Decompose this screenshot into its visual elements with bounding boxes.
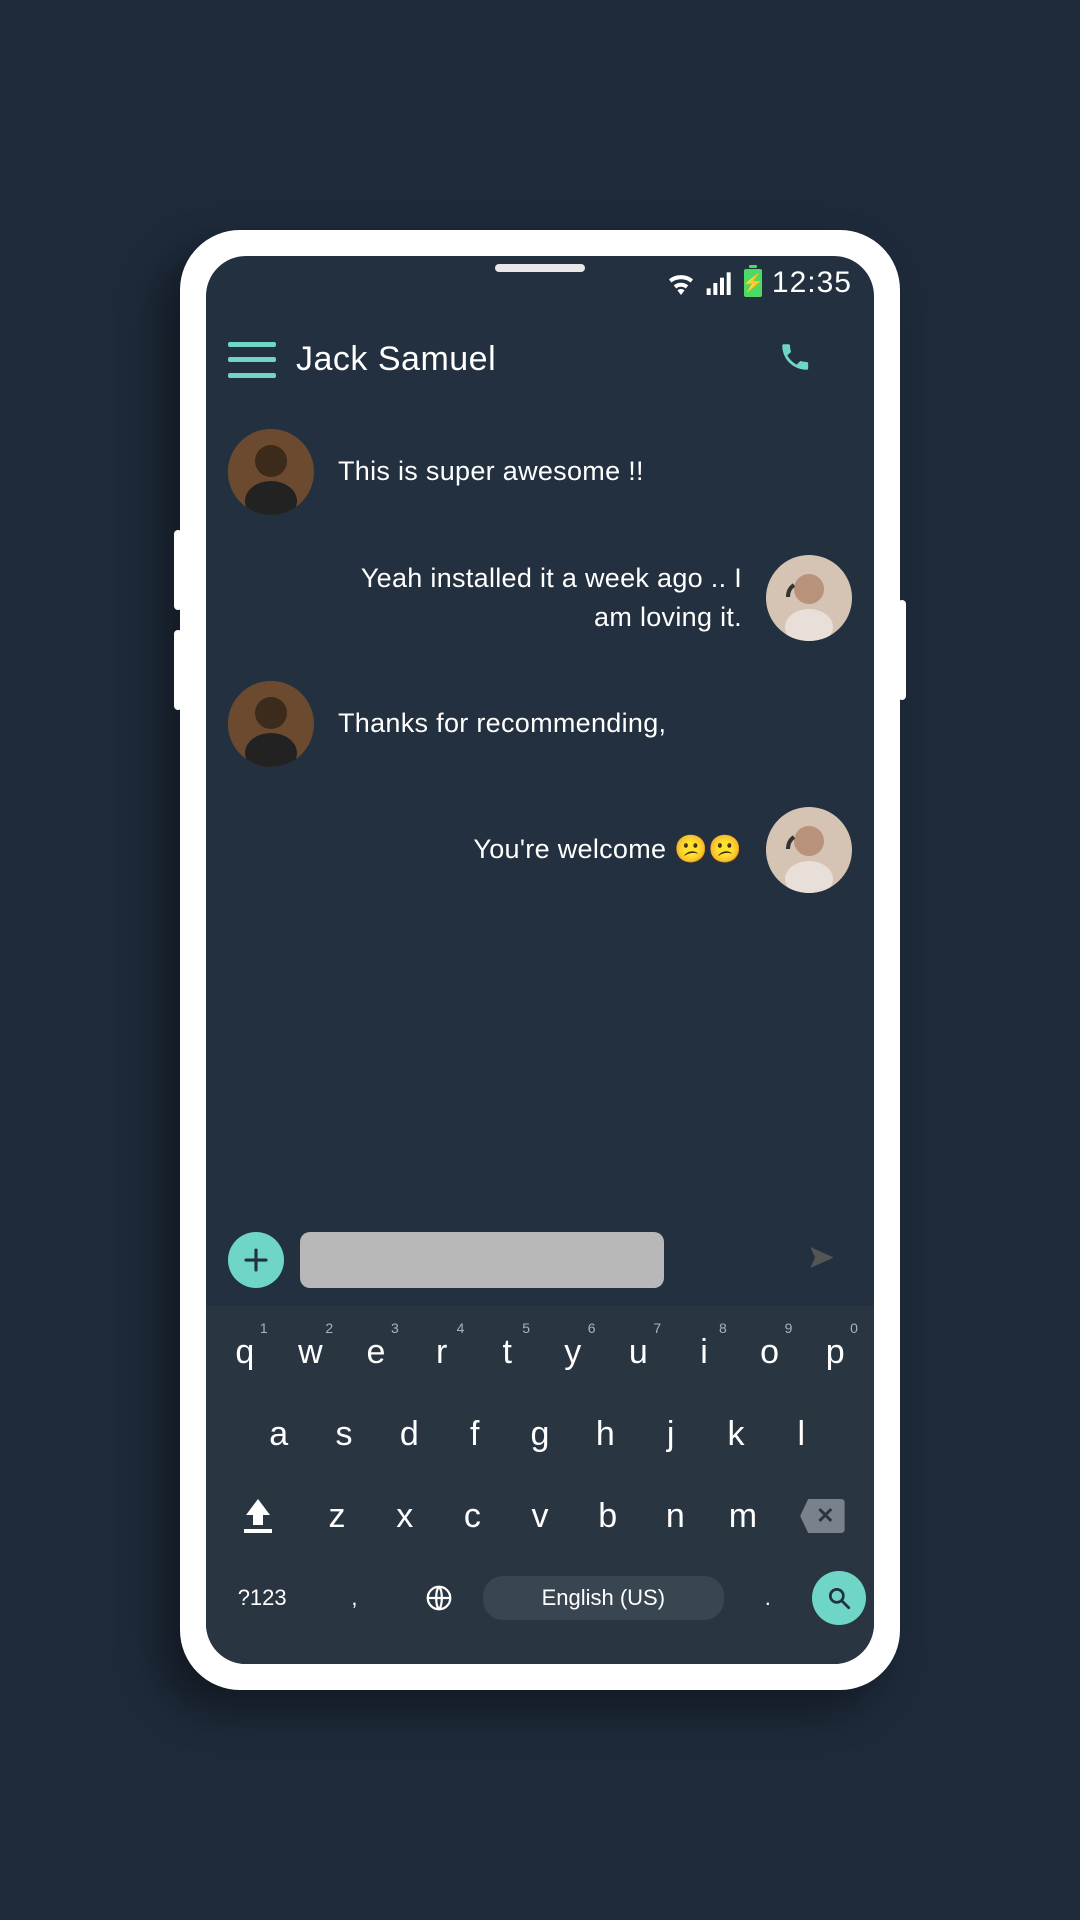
send-button[interactable] (806, 1244, 838, 1277)
avatar-contact[interactable] (228, 681, 314, 767)
phone-frame: ⚡ 12:35 Jack Samuel This is super awesom… (180, 230, 900, 1690)
key-p[interactable]: p0 (804, 1318, 866, 1386)
key-r[interactable]: r4 (411, 1318, 473, 1386)
volume-down-button[interactable] (174, 630, 182, 710)
message-out: You're welcome 😕😕 (228, 807, 852, 893)
message-text: This is super awesome !! (338, 452, 644, 491)
chat-header: Jack Samuel (206, 310, 874, 389)
key-symbols[interactable]: ?123 (214, 1564, 310, 1632)
key-z[interactable]: z (305, 1482, 369, 1550)
key-period[interactable]: . (728, 1564, 808, 1632)
key-language-globe[interactable] (399, 1564, 479, 1632)
key-b[interactable]: b (576, 1482, 640, 1550)
key-y[interactable]: y6 (542, 1318, 604, 1386)
input-bar (206, 1222, 874, 1306)
message-text: Thanks for recommending, (338, 704, 666, 743)
key-u[interactable]: u7 (608, 1318, 670, 1386)
key-t[interactable]: t5 (476, 1318, 538, 1386)
message-text: Yeah installed it a week ago .. I am lov… (322, 559, 742, 637)
battery-icon: ⚡ (744, 269, 762, 297)
key-k[interactable]: k (705, 1400, 766, 1468)
key-g[interactable]: g (509, 1400, 570, 1468)
key-d[interactable]: d (379, 1400, 440, 1468)
avatar-self[interactable] (766, 555, 852, 641)
volume-up-button[interactable] (174, 530, 182, 610)
wifi-icon (666, 271, 696, 295)
signal-icon (706, 271, 734, 295)
avatar-contact[interactable] (228, 429, 314, 515)
key-a[interactable]: a (248, 1400, 309, 1468)
key-backspace[interactable]: ✕ (779, 1482, 866, 1550)
key-n[interactable]: n (643, 1482, 707, 1550)
message-in: This is super awesome !! (228, 429, 852, 515)
phone-speaker (495, 264, 585, 272)
message-text: You're welcome 😕😕 (473, 830, 742, 869)
call-button[interactable] (778, 340, 812, 379)
message-list[interactable]: This is super awesome !! Yeah installed … (206, 389, 874, 1222)
key-comma[interactable]: , (314, 1564, 394, 1632)
key-h[interactable]: h (575, 1400, 636, 1468)
message-input-wrap (300, 1232, 852, 1288)
key-s[interactable]: s (313, 1400, 374, 1468)
key-v[interactable]: v (508, 1482, 572, 1550)
message-in: Thanks for recommending, (228, 681, 852, 767)
screen: ⚡ 12:35 Jack Samuel This is super awesom… (206, 256, 874, 1664)
key-j[interactable]: j (640, 1400, 701, 1468)
key-x[interactable]: x (373, 1482, 437, 1550)
key-spacebar[interactable]: English (US) (483, 1576, 724, 1620)
key-w[interactable]: w2 (280, 1318, 342, 1386)
key-f[interactable]: f (444, 1400, 505, 1468)
key-l[interactable]: l (771, 1400, 832, 1468)
menu-button[interactable] (228, 342, 276, 378)
status-time: 12:35 (772, 266, 852, 300)
key-search[interactable] (812, 1571, 866, 1625)
message-input[interactable] (300, 1232, 664, 1288)
key-c[interactable]: c (441, 1482, 505, 1550)
key-o[interactable]: o9 (739, 1318, 801, 1386)
key-m[interactable]: m (711, 1482, 775, 1550)
avatar-self[interactable] (766, 807, 852, 893)
key-e[interactable]: e3 (345, 1318, 407, 1386)
message-out: Yeah installed it a week ago .. I am lov… (228, 555, 852, 641)
key-shift[interactable] (214, 1482, 301, 1550)
key-q[interactable]: q1 (214, 1318, 276, 1386)
add-attachment-button[interactable] (228, 1232, 284, 1288)
contact-name: Jack Samuel (296, 340, 758, 379)
soft-keyboard: q1w2e3r4t5y6u7i8o9p0 asdfghjkl zxcvbnm ✕… (206, 1306, 874, 1664)
key-i[interactable]: i8 (673, 1318, 735, 1386)
power-button[interactable] (898, 600, 906, 700)
